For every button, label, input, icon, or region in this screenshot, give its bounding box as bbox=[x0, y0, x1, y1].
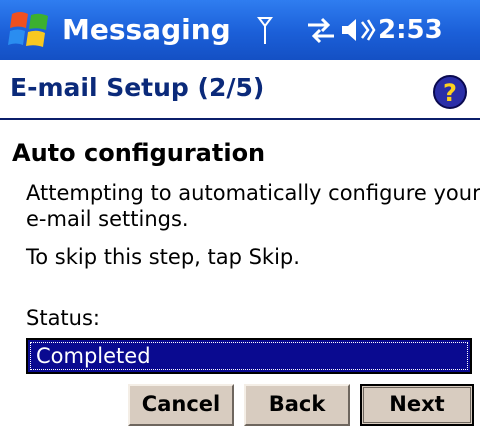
section-heading: Auto configuration bbox=[12, 139, 266, 167]
cancel-button[interactable]: Cancel bbox=[128, 384, 234, 426]
speaker-icon[interactable] bbox=[340, 16, 376, 44]
skip-hint: To skip this step, tap Skip. bbox=[26, 245, 300, 269]
back-button[interactable]: Back bbox=[244, 384, 350, 426]
clock[interactable]: 2:53 bbox=[378, 10, 443, 50]
status-label: Status: bbox=[26, 306, 100, 330]
message-line-2: e-mail settings. bbox=[26, 207, 189, 231]
antenna-icon[interactable] bbox=[256, 14, 274, 46]
app-title[interactable]: Messaging bbox=[62, 10, 231, 50]
sync-icon[interactable] bbox=[306, 16, 336, 44]
next-button[interactable]: Next bbox=[360, 384, 474, 426]
page-title: E-mail Setup (2/5) bbox=[10, 73, 265, 102]
status-field[interactable]: Completed bbox=[26, 338, 472, 374]
header-divider bbox=[0, 118, 480, 120]
svg-text:?: ? bbox=[443, 79, 457, 107]
windows-start-icon[interactable] bbox=[6, 8, 54, 52]
status-value: Completed bbox=[36, 344, 151, 368]
help-icon[interactable]: ? bbox=[432, 74, 468, 110]
message-line-1: Attempting to automatically configure yo… bbox=[26, 181, 480, 205]
